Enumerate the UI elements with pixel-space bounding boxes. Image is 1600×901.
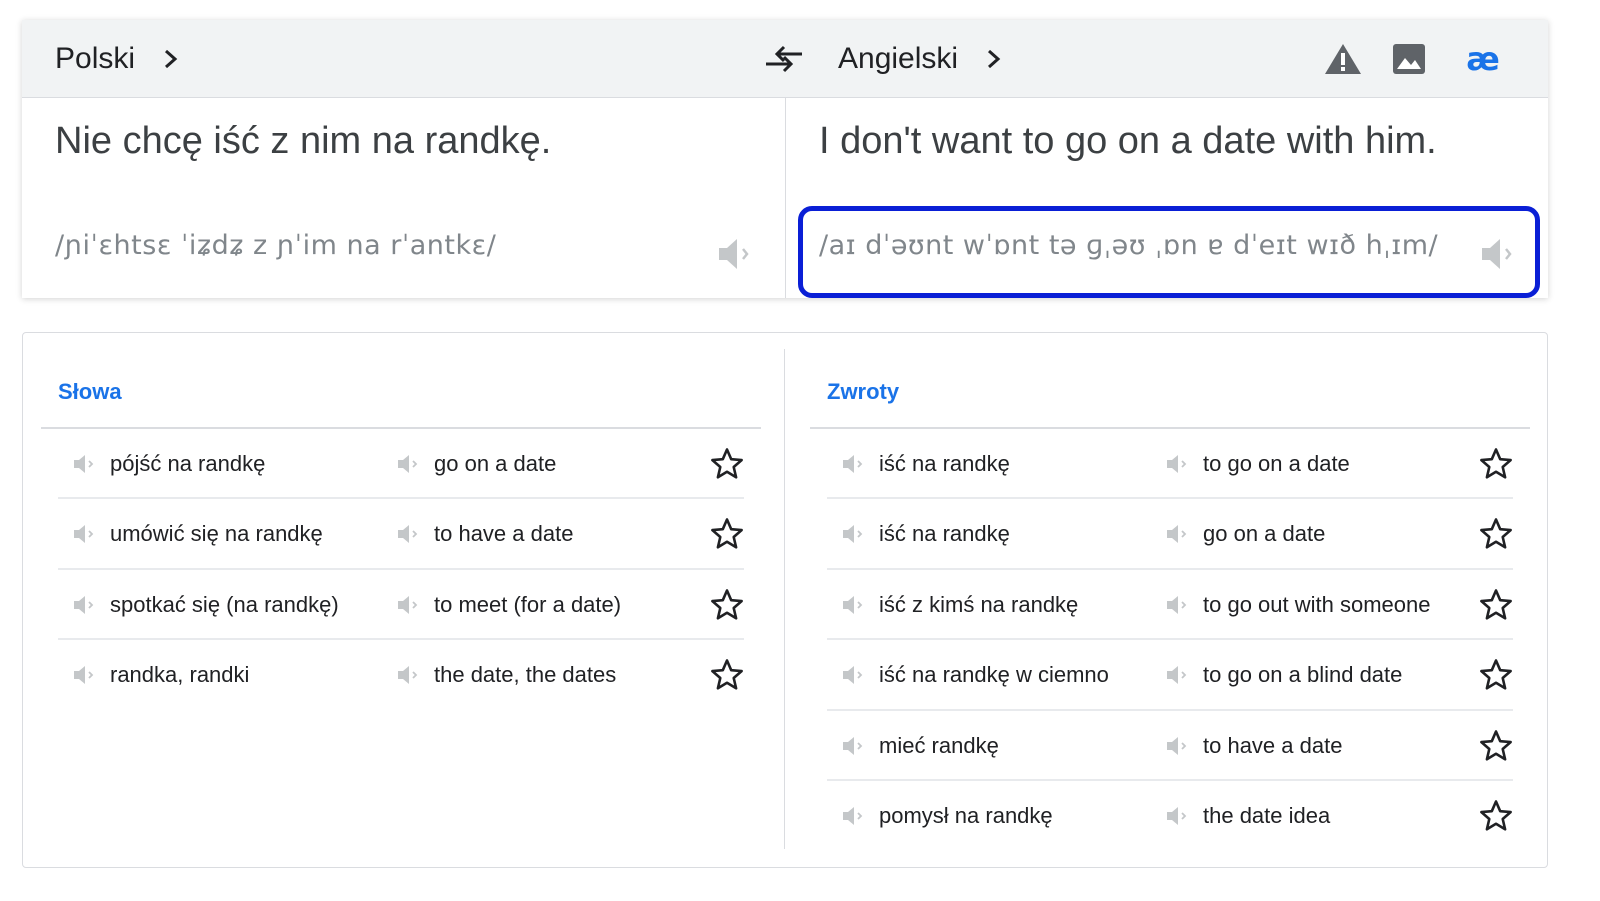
image-icon[interactable] <box>1390 42 1428 76</box>
star-icon[interactable] <box>710 517 744 551</box>
chevron-right-icon <box>165 49 178 69</box>
transliteration-highlight <box>798 206 1540 298</box>
chevron-right-icon <box>988 49 1001 69</box>
list-item: iść na randkę w ciemno to go on a blind … <box>827 640 1513 711</box>
list-item: umówić się na randkę to have a date <box>58 499 744 570</box>
star-icon[interactable] <box>710 588 744 622</box>
speaker-icon[interactable] <box>72 453 96 475</box>
speaker-icon[interactable] <box>1165 664 1189 686</box>
star-icon[interactable] <box>1479 517 1513 551</box>
phrases-section-title: Zwroty <box>827 379 900 404</box>
star-icon[interactable] <box>1479 447 1513 481</box>
source-phrase: iść na randkę <box>879 521 1010 547</box>
warning-icon[interactable] <box>1324 42 1362 76</box>
source-text: Nie chcę iść z nim na randkę. <box>55 120 552 162</box>
target-phrase: to go on a blind date <box>1203 662 1403 688</box>
star-icon[interactable] <box>710 447 744 481</box>
target-phrase: to have a date <box>1203 732 1343 758</box>
speaker-icon[interactable] <box>1165 594 1189 616</box>
speaker-icon[interactable] <box>841 523 865 545</box>
speaker-icon[interactable] <box>72 523 96 545</box>
speaker-icon[interactable] <box>396 594 420 616</box>
source-phrase: pomysł na randkę <box>879 802 1053 828</box>
source-phrase: iść na randkę w ciemno <box>879 662 1109 688</box>
list-item: mieć randkę to have a date <box>827 711 1513 781</box>
speaker-icon[interactable] <box>396 453 420 475</box>
translation-panes: Nie chcę iść z nim na randkę. /ɲiˈɛhtsɛ … <box>22 98 1548 298</box>
list-item: spotkać się (na randkę) to meet (for a d… <box>58 570 744 641</box>
source-language-label: Polski <box>55 42 136 75</box>
source-phrase: umówić się na randkę <box>110 521 323 547</box>
speaker-icon[interactable] <box>841 453 865 475</box>
star-icon[interactable] <box>1479 799 1513 833</box>
target-text: I don't want to go on a date with him. <box>819 120 1437 162</box>
target-language-label: Angielski <box>838 42 959 75</box>
target-phrase: to have a date <box>434 521 574 547</box>
target-phrase: to go on a date <box>1203 451 1350 476</box>
target-phrase: go on a date <box>1203 521 1326 547</box>
list-item: randka, randki the date, the dates <box>58 640 744 710</box>
language-bar: Polski Angielski æ <box>22 20 1548 98</box>
source-language-selector[interactable]: Polski <box>55 42 181 76</box>
speaker-icon[interactable] <box>72 664 96 686</box>
speaker-icon[interactable] <box>1165 453 1189 475</box>
source-phrase: randka, randki <box>110 662 250 688</box>
source-transliteration: /ɲiˈɛhtsɛ ˈiʑdʑ z ɲˈim na rˈantkɛ/ <box>55 230 497 261</box>
speaker-icon[interactable] <box>396 664 420 686</box>
dictionary-card: Słowa pójść na randkę go on a date umówi… <box>22 332 1548 868</box>
source-phrase: pójść na randkę <box>110 451 266 476</box>
star-icon[interactable] <box>1479 588 1513 622</box>
translation-card: Polski Angielski æ Nie chcę iść z nim na… <box>22 20 1548 298</box>
phrases-list: iść na randkę to go on a date iść na ran… <box>827 429 1513 851</box>
list-item: iść z kimś na randkę to go out with some… <box>827 570 1513 641</box>
source-phrase: iść na randkę <box>879 451 1010 476</box>
star-icon[interactable] <box>1479 658 1513 692</box>
speaker-icon[interactable] <box>1165 523 1189 545</box>
speaker-icon[interactable] <box>841 594 865 616</box>
toolbar-icons: æ <box>1324 42 1502 76</box>
speaker-icon[interactable] <box>841 664 865 686</box>
words-section-title: Słowa <box>58 379 122 404</box>
source-pane: Nie chcę iść z nim na randkę. /ɲiˈɛhtsɛ … <box>22 98 785 298</box>
speaker-icon[interactable] <box>72 594 96 616</box>
column-divider <box>784 349 785 849</box>
speaker-icon[interactable] <box>1165 805 1189 827</box>
source-phrase: mieć randkę <box>879 732 999 758</box>
speaker-icon[interactable] <box>841 735 865 757</box>
speaker-icon[interactable] <box>715 234 755 274</box>
phonetics-icon[interactable]: æ <box>1464 42 1502 76</box>
target-pane: I don't want to go on a date with him. /… <box>785 98 1548 298</box>
target-phrase: the date, the dates <box>434 662 617 688</box>
star-icon[interactable] <box>1479 729 1513 763</box>
words-list: pójść na randkę go on a date umówić się … <box>58 429 744 711</box>
target-phrase: go on a date <box>434 451 557 476</box>
speaker-icon[interactable] <box>396 523 420 545</box>
speaker-icon[interactable] <box>1165 735 1189 757</box>
list-item: iść na randkę go on a date <box>827 499 1513 570</box>
list-item: pójść na randkę go on a date <box>58 429 744 500</box>
star-icon[interactable] <box>710 658 744 692</box>
target-phrase: to meet (for a date) <box>434 591 622 617</box>
swap-icon[interactable] <box>764 42 804 76</box>
source-phrase: iść z kimś na randkę <box>879 591 1079 617</box>
list-item: iść na randkę to go on a date <box>827 429 1513 500</box>
list-item: pomysł na randkę the date idea <box>827 781 1513 851</box>
target-language-selector[interactable]: Angielski <box>838 42 1004 76</box>
source-phrase: spotkać się (na randkę) <box>110 591 339 617</box>
target-phrase: the date idea <box>1203 802 1331 828</box>
target-phrase: to go out with someone <box>1203 591 1431 617</box>
speaker-icon[interactable] <box>841 805 865 827</box>
